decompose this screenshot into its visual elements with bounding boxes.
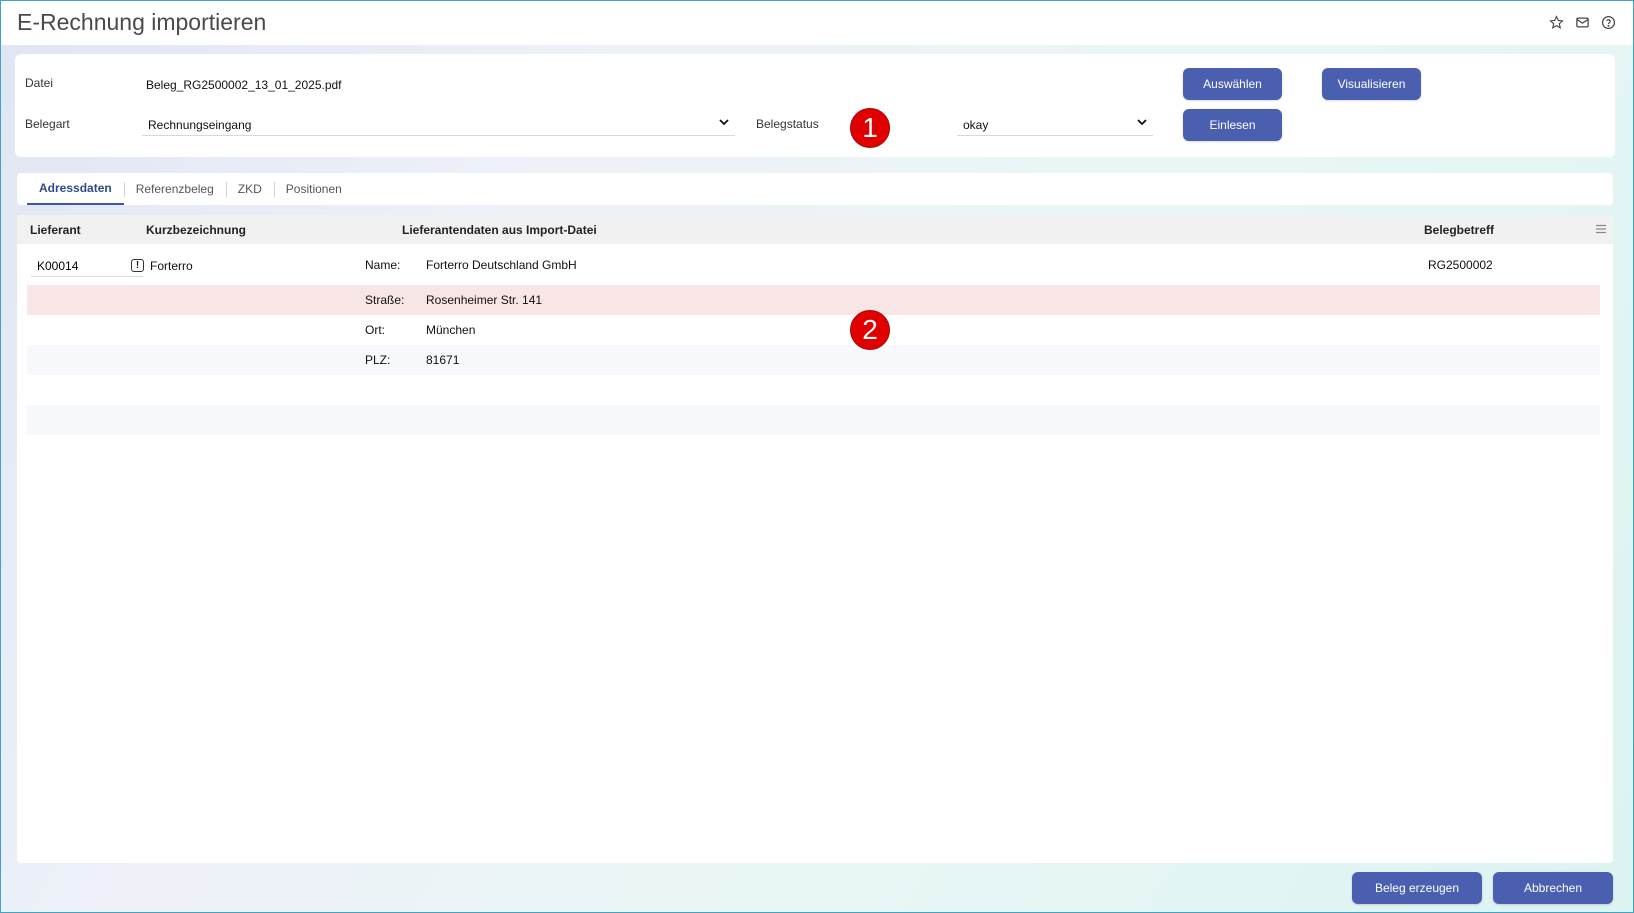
column-menu-icon[interactable]: [1595, 223, 1607, 235]
tab-bar: Adressdaten Referenzbeleg ZKD Positionen: [17, 173, 1613, 205]
import-header-panel: Datei Beleg_RG2500002_13_01_2025.pdf Bel…: [15, 54, 1615, 157]
mail-icon[interactable]: [1573, 13, 1591, 31]
auswaehlen-button[interactable]: Auswählen: [1183, 68, 1282, 100]
tab-adressdaten[interactable]: Adressdaten: [27, 173, 124, 205]
belegstatus-select[interactable]: okay: [957, 114, 1153, 136]
column-header-kurzbezeichnung[interactable]: Kurzbezeichnung: [146, 223, 246, 237]
field-label-strasse: Straße:: [365, 293, 405, 307]
belegart-select[interactable]: Rechnungseingang: [142, 114, 735, 136]
callout-marker-1: 1: [850, 108, 890, 148]
column-header-lieferant[interactable]: Lieferant: [30, 223, 81, 237]
title-bar: E-Rechnung importieren: [1, 1, 1633, 45]
beleg-erzeugen-button[interactable]: Beleg erzeugen: [1352, 872, 1482, 904]
supplier-short-name: Forterro: [150, 259, 193, 273]
datei-label: Datei: [25, 76, 54, 90]
belegstatus-selected-value: okay: [963, 118, 989, 132]
table-row: Straße: Rosenheimer Str. 141: [27, 285, 1600, 315]
chevron-down-icon: [719, 119, 729, 126]
supplier-code-input[interactable]: [31, 256, 143, 277]
belegart-selected-value: Rechnungseingang: [148, 118, 252, 132]
field-value-strasse: Rosenheimer Str. 141: [426, 293, 543, 307]
column-header-belegbetreff[interactable]: Belegbetreff: [1424, 223, 1494, 237]
field-value-plz: 81671: [426, 353, 460, 367]
callout-marker-2: 2: [850, 310, 890, 350]
einlesen-button[interactable]: Einlesen: [1183, 109, 1282, 141]
abbrechen-button[interactable]: Abbrechen: [1493, 872, 1613, 904]
table-row: [27, 375, 1600, 405]
help-icon[interactable]: [1599, 13, 1617, 31]
datei-value: Beleg_RG2500002_13_01_2025.pdf: [146, 78, 342, 92]
field-label-name: Name:: [365, 258, 401, 272]
field-label-plz: PLZ:: [365, 353, 391, 367]
title-icons: [1547, 13, 1617, 31]
field-value-name: Forterro Deutschland GmbH: [426, 258, 577, 272]
grid-header: Lieferant Kurzbezeichnung Lieferantendat…: [17, 215, 1613, 244]
window-title: E-Rechnung importieren: [17, 9, 267, 35]
table-row: Ort: München: [27, 315, 1600, 345]
column-header-lieferantendaten[interactable]: Lieferantendaten aus Import-Datei: [402, 223, 597, 237]
visualisieren-button[interactable]: Visualisieren: [1322, 68, 1421, 100]
table-row: PLZ: 81671: [27, 345, 1600, 375]
address-grid: Lieferant Kurzbezeichnung Lieferantendat…: [17, 215, 1613, 863]
tab-positionen[interactable]: Positionen: [273, 173, 354, 205]
tab-referenzbeleg[interactable]: Referenzbeleg: [123, 173, 226, 205]
belegart-label: Belegart: [25, 117, 70, 131]
star-icon[interactable]: [1547, 13, 1565, 31]
chevron-down-icon: [1137, 119, 1147, 126]
field-value-ort: München: [426, 323, 476, 337]
tab-zkd[interactable]: ZKD: [225, 173, 274, 205]
warning-icon[interactable]: !: [131, 259, 144, 272]
table-row: [27, 405, 1600, 435]
belegstatus-label: Belegstatus: [756, 117, 819, 131]
table-row: Name: Forterro Deutschland GmbH RG250000…: [27, 250, 1600, 280]
field-label-ort: Ort:: [365, 323, 385, 337]
belegbetreff-value: RG2500002: [1428, 258, 1493, 272]
